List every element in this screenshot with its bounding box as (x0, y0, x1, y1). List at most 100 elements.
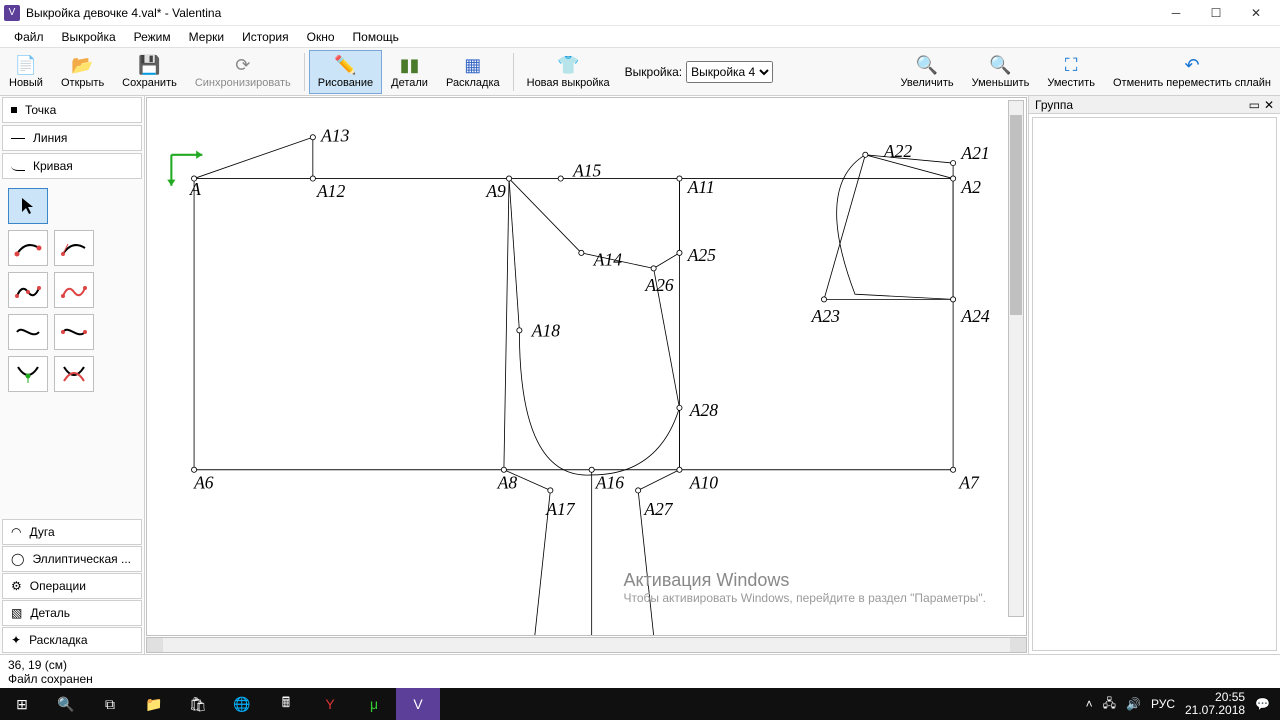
draw-mode-button[interactable]: ✏️Рисование (309, 50, 382, 94)
taskbar-valentina[interactable]: V (396, 688, 440, 720)
zoom-out-button[interactable]: 🔍Уменьшить (963, 50, 1039, 94)
taskbar-explorer[interactable]: 📁 (132, 688, 176, 720)
category-ellipse[interactable]: ◯Эллиптическая ... (2, 546, 142, 572)
save-icon: 💾 (139, 54, 161, 76)
svg-text:A28: A28 (689, 400, 718, 420)
new-pattern-button[interactable]: 👕Новая выкройка (518, 50, 619, 94)
menu-window[interactable]: Окно (299, 28, 343, 46)
pattern-dropdown[interactable]: Выкройка 4 (686, 61, 773, 83)
fit-icon: ⛶ (1060, 54, 1082, 76)
svg-text:A18: A18 (531, 321, 560, 341)
svg-text:A23: A23 (811, 306, 840, 326)
layout-mode-button[interactable]: ▦Раскладка (437, 50, 509, 94)
taskbar-calculator[interactable]: 🖩 (264, 688, 308, 720)
canvas-area: AA13A12A9A15A11A21A2A22A14A25A26A18A23A2… (145, 96, 1028, 654)
tray-network-icon[interactable]: 🖧 (1103, 694, 1116, 715)
tool-arrow[interactable] (8, 188, 48, 224)
taskbar-utorrent[interactable]: μ (352, 688, 396, 720)
pencil-icon: ✏️ (334, 54, 356, 76)
close-button[interactable]: ✕ (1236, 0, 1276, 26)
panel-float-button[interactable]: ▭ (1249, 98, 1260, 112)
svg-text:A16: A16 (595, 472, 624, 492)
maximize-button[interactable]: ☐ (1196, 0, 1236, 26)
new-icon: 📄 (15, 54, 37, 76)
save-button[interactable]: 💾Сохранить (113, 50, 186, 94)
svg-text:A11: A11 (687, 177, 715, 197)
app-icon: V (4, 5, 20, 21)
tool-spline-path-handle[interactable] (54, 272, 94, 308)
category-detail[interactable]: ▧Деталь (2, 600, 142, 626)
svg-text:A8: A8 (497, 472, 518, 492)
detail-mode-button[interactable]: ▮▮Детали (382, 50, 437, 94)
detail-icon: ▧ (11, 606, 22, 620)
taskbar-chrome[interactable]: 🌐 (220, 688, 264, 720)
tray-chevron-icon[interactable]: ˄ (1086, 697, 1093, 711)
new-button[interactable]: 📄Новый (0, 50, 52, 94)
point-icon (11, 107, 17, 113)
detail-icon: ▮▮ (399, 54, 421, 76)
menu-help[interactable]: Помощь (345, 28, 407, 46)
groups-panel-header: Группа ▭✕ (1029, 96, 1280, 114)
system-tray: ˄ 🖧 🔊 РУС 20:5521.07.2018 💬 (1076, 691, 1280, 717)
category-layout[interactable]: ✦Раскладка (2, 627, 142, 653)
vertical-scrollbar[interactable] (1008, 100, 1024, 617)
svg-text:A2: A2 (960, 177, 981, 197)
tool-point-on-curve[interactable] (8, 356, 48, 392)
category-curve[interactable]: Кривая (2, 153, 142, 179)
tray-clock[interactable]: 20:5521.07.2018 (1185, 691, 1245, 717)
tray-volume-icon[interactable]: 🔊 (1126, 697, 1141, 711)
menu-mode[interactable]: Режим (126, 28, 179, 46)
menu-bar: Файл Выкройка Режим Мерки История Окно П… (0, 26, 1280, 48)
taskbar-yandex[interactable]: Y (308, 688, 352, 720)
open-icon: 📂 (72, 54, 94, 76)
tool-palette: Точка Линия Кривая ◠Дуга ◯Эллиптическая … (0, 96, 145, 654)
tool-spline-simple[interactable] (8, 230, 48, 266)
category-point[interactable]: Точка (2, 97, 142, 123)
svg-text:A10: A10 (689, 472, 718, 492)
windows-taskbar: ⊞ 🔍 ⧉ 📁 🛍 🌐 🖩 Y μ V ˄ 🖧 🔊 РУС 20:5521.07… (0, 688, 1280, 720)
horizontal-scrollbar[interactable] (146, 637, 1027, 653)
ellipse-icon: ◯ (11, 552, 24, 566)
drawing-canvas[interactable]: AA13A12A9A15A11A21A2A22A14A25A26A18A23A2… (146, 97, 1027, 636)
status-bar: 36, 19 (см) Файл сохранен (0, 654, 1280, 688)
task-view-button[interactable]: ⧉ (88, 688, 132, 720)
tray-language[interactable]: РУС (1151, 697, 1175, 711)
zoom-fit-button[interactable]: ⛶Уместить (1038, 50, 1104, 94)
main-toolbar: 📄Новый 📂Открыть 💾Сохранить ⟳Синхронизиро… (0, 48, 1280, 96)
menu-file[interactable]: Файл (6, 28, 52, 46)
menu-pattern[interactable]: Выкройка (54, 28, 124, 46)
menu-measurements[interactable]: Мерки (181, 28, 232, 46)
menu-history[interactable]: История (234, 28, 297, 46)
tray-notifications-icon[interactable]: 💬 (1255, 697, 1270, 711)
toolbar-separator (513, 53, 514, 91)
tool-spline-path[interactable] (8, 272, 48, 308)
tool-cubic-bezier[interactable] (8, 314, 48, 350)
tool-cubic-bezier-path[interactable] (54, 314, 94, 350)
zoom-in-button[interactable]: 🔍Увеличить (892, 50, 963, 94)
ops-icon: ⚙ (11, 579, 22, 593)
svg-text:A26: A26 (644, 275, 673, 295)
svg-text:A7: A7 (958, 472, 980, 492)
panel-close-button[interactable]: ✕ (1264, 98, 1274, 112)
category-operations[interactable]: ⚙Операции (2, 573, 142, 599)
pattern-selector: Выкройка: Выкройка 4 (619, 61, 779, 83)
tool-spline-handle[interactable] (54, 230, 94, 266)
layout-icon: ✦ (11, 633, 21, 647)
taskbar-store[interactable]: 🛍 (176, 688, 220, 720)
undo-icon: ↶ (1181, 54, 1203, 76)
groups-list[interactable] (1032, 117, 1277, 651)
pattern-svg: AA13A12A9A15A11A21A2A22A14A25A26A18A23A2… (147, 98, 1026, 635)
svg-text:A15: A15 (572, 160, 601, 180)
search-button[interactable]: 🔍 (44, 688, 88, 720)
svg-text:A14: A14 (593, 249, 622, 269)
start-button[interactable]: ⊞ (0, 688, 44, 720)
category-arc[interactable]: ◠Дуга (2, 519, 142, 545)
open-button[interactable]: 📂Открыть (52, 50, 113, 94)
status-message: Файл сохранен (8, 672, 1272, 686)
tool-curve-intersection[interactable] (54, 356, 94, 392)
minimize-button[interactable]: ─ (1156, 0, 1196, 26)
undo-button[interactable]: ↶Отменить переместить сплайн (1104, 50, 1280, 94)
sync-button[interactable]: ⟳Синхронизировать (186, 50, 300, 94)
svg-text:A22: A22 (883, 141, 912, 161)
category-line[interactable]: Линия (2, 125, 142, 151)
